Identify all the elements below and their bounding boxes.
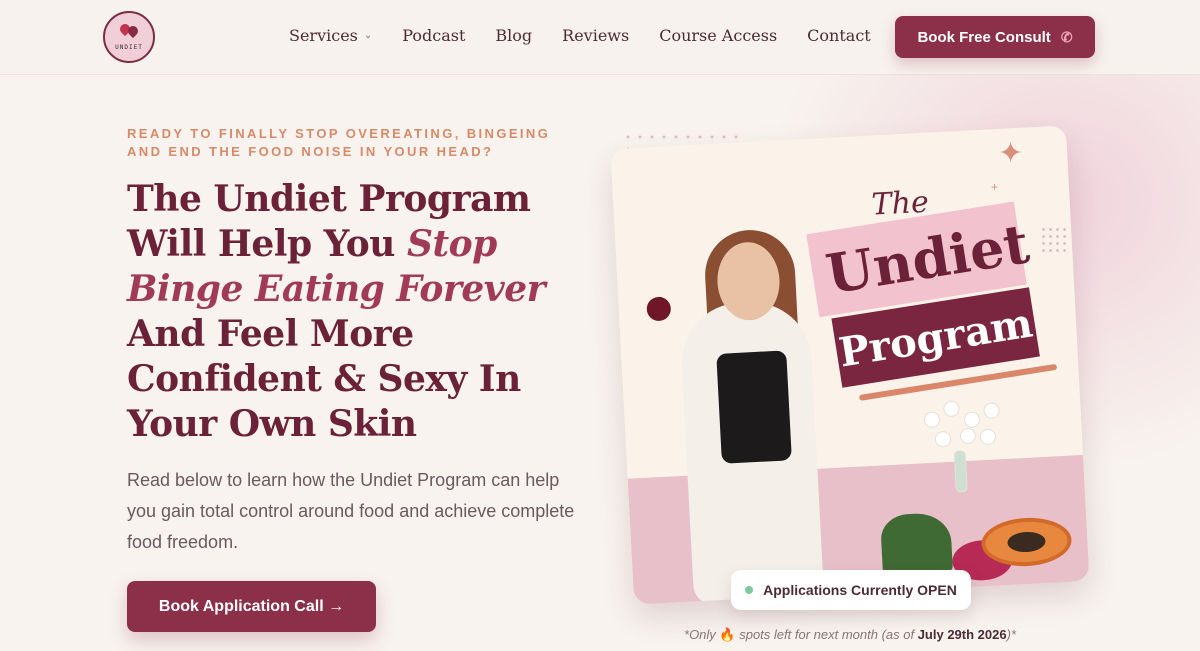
nav-item-contact[interactable]: Contact [807,26,871,45]
book-application-call-button[interactable]: Book Application Call → [127,581,376,632]
book-free-consult-button[interactable]: Book Free Consult ✆ [895,16,1095,58]
applications-status-badge: Applications Currently OPEN [731,570,971,610]
top-nav: UNDIET Services ⌄ Podcast Blog Reviews C… [0,0,1200,75]
status-dot-icon [745,586,754,594]
person-top [716,350,792,464]
note-date: July 29th 2026 [917,627,1007,642]
logo-text: UNDIET [115,43,143,51]
consult-label: Book Free Consult [917,28,1051,46]
nav-item-blog[interactable]: Blog [495,26,532,45]
hero-eyebrow: READY TO FINALLY STOP OVEREATING, BINGEI… [127,125,567,161]
dot-pattern-small [1040,226,1070,256]
headline-part-2: And Feel More Confident & Sexy In Your O… [127,313,521,445]
nav-item-course-access[interactable]: Course Access [659,26,777,45]
nav-item-label: Services [289,26,358,45]
eyebrow-line-2: AND END THE FOOD NOISE IN YOUR HEAD? [127,144,494,159]
spots-left-note: *Only 🔥 spots left for next month (as of… [622,627,1078,643]
program-image-card: The Undiet Program [610,125,1090,605]
phone-icon: ✆ [1060,28,1073,45]
sparkle-icon: ✦ [998,137,1024,170]
fire-icon: 🔥 [719,627,736,642]
logo[interactable]: UNDIET [103,11,155,63]
nav-item-reviews[interactable]: Reviews [562,26,629,45]
note-middle: spots left for next month (as of [735,627,918,642]
chevron-down-icon: ⌄ [363,30,373,41]
flowers-icon [914,398,1018,492]
note-prefix: *Only [684,627,720,642]
apple-icon [646,296,672,322]
sparkle-icon: + [991,180,999,194]
hero-lead: Read below to learn how the Undiet Progr… [127,470,575,552]
badge-label: Applications Currently OPEN [763,582,957,598]
eyebrow-line-1: READY TO FINALLY STOP OVEREATING, BINGEI… [127,126,551,141]
logo-heart-icon [117,21,141,42]
note-suffix: )* [1006,627,1016,642]
hero-headline: The Undiet Program Will Help You Stop Bi… [127,177,587,447]
main-menu: Services ⌄ Podcast Blog Reviews Course A… [289,26,901,45]
nav-item-podcast[interactable]: Podcast [402,26,465,45]
nav-item-services[interactable]: Services ⌄ [289,26,372,45]
